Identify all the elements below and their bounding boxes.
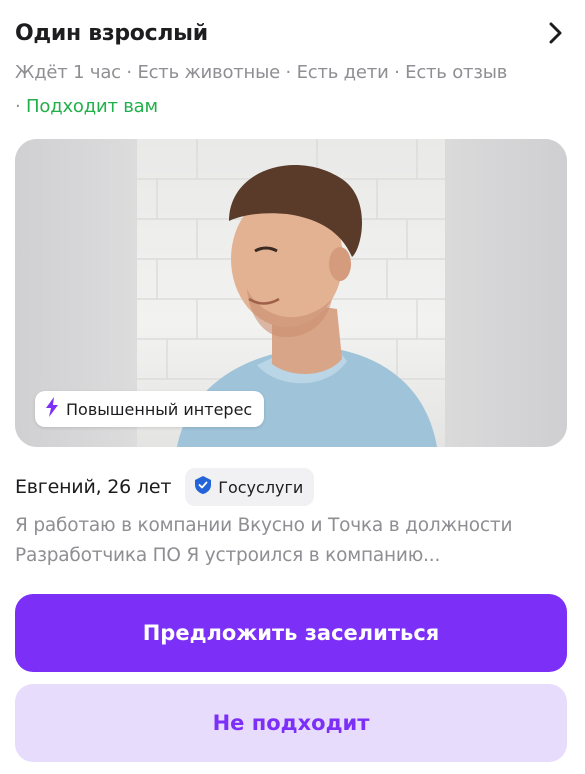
tag-waiting: Ждёт 1 час (15, 62, 121, 83)
tags-line: Ждёт 1 час · Есть животные · Есть дети ·… (15, 56, 573, 124)
fit-label: Подходит вам (26, 96, 158, 117)
tag-animals: Есть животные (137, 62, 280, 83)
gosuslugi-label: Госуслуги (218, 477, 304, 497)
photo-blur-right (445, 139, 567, 447)
tag-review: Есть отзыв (405, 62, 508, 83)
tag-separator: · (280, 62, 297, 83)
gosuslugi-badge[interactable]: Госуслуги (185, 468, 315, 506)
not-suitable-button[interactable]: Не подходит (15, 684, 567, 762)
interest-badge: Повышенный интерес (35, 391, 265, 427)
lightning-icon (45, 397, 59, 421)
chevron-right-icon[interactable] (542, 19, 570, 47)
verified-shield-icon (195, 476, 212, 498)
person-name-age: Евгений, 26 лет (15, 476, 172, 498)
offer-move-in-button[interactable]: Предложить заселиться (15, 594, 567, 672)
listing-header[interactable]: Один взрослый (15, 14, 570, 52)
person-info: Евгений, 26 лет Госуслуги (15, 468, 315, 506)
page-title: Один взрослый (15, 20, 208, 46)
tag-separator: · (15, 96, 27, 117)
person-description[interactable]: Я работаю в компании Вкусно и Точка в до… (15, 511, 575, 571)
interest-badge-label: Повышенный интерес (66, 399, 253, 419)
tag-separator: · (120, 62, 138, 83)
tag-children: Есть дети (296, 62, 389, 83)
profile-photo[interactable]: Повышенный интерес (15, 139, 567, 447)
tag-separator: · (388, 62, 406, 83)
